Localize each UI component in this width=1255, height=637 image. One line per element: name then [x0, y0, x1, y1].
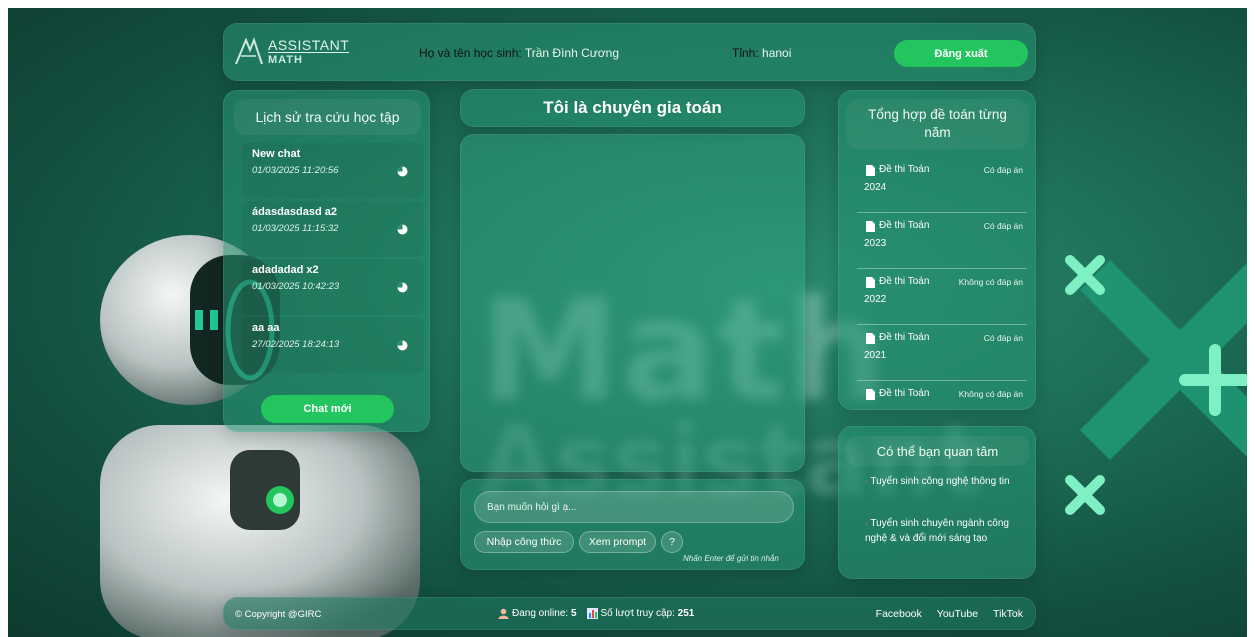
exam-item[interactable]: Đề thi Toán Không có đáp án 2022	[857, 269, 1027, 325]
footer-bar: © Copyright @GIRC Đang online: 5 Số lượt…	[223, 597, 1036, 630]
history-item[interactable]: aa aa 27/02/2025 18:24:13	[242, 317, 424, 373]
online-label: Đang online:	[512, 608, 569, 619]
insert-formula-button[interactable]: Nhập công thức	[474, 531, 574, 553]
exam-year: 2023	[864, 238, 887, 249]
history-title: Lịch sử tra cứu học tập	[234, 99, 421, 135]
exam-year: 2021	[864, 350, 887, 361]
copyright-text: © Copyright @GIRC	[235, 609, 322, 620]
exam-answer-status: Có đáp án	[983, 165, 1023, 175]
social-links: Facebook YouTube TikTok	[861, 608, 1023, 620]
right-border	[1247, 0, 1255, 637]
chat-input[interactable]	[474, 491, 794, 523]
logo-text-assistant: ASSISTANT	[268, 37, 350, 53]
history-panel: Lịch sử tra cứu học tập New chat 01/03/2…	[223, 90, 430, 432]
bar-chart-icon	[586, 608, 598, 619]
facebook-link[interactable]: Facebook	[876, 608, 922, 620]
exam-answer-status: Không có đáp án	[958, 389, 1023, 399]
history-item-time: 01/03/2025 10:42:23	[252, 281, 340, 292]
history-item[interactable]: New chat 01/03/2025 11:20:56	[242, 143, 424, 199]
interest-link[interactable]: · Tuyển sinh chuyên ngành công nghệ & và …	[865, 517, 1015, 546]
tiktok-link[interactable]: TikTok	[993, 608, 1023, 620]
student-name-value: Trần Đình Cương	[524, 46, 620, 60]
history-list[interactable]: New chat 01/03/2025 11:20:56 ádasdasdasd…	[242, 143, 429, 433]
exam-label: Đề thi Toán	[879, 388, 930, 399]
exams-panel: Tổng hợp đề toán từng năm Đề thi Toán Có…	[838, 90, 1036, 410]
exam-item[interactable]: Đề thi Toán Có đáp án 2023	[857, 213, 1027, 269]
visits-label: Số lượt truy cập:	[600, 608, 675, 619]
exam-year: 2022	[864, 294, 887, 305]
left-border	[0, 0, 8, 637]
exam-label: Đề thi Toán	[879, 276, 930, 287]
history-item-time: 27/02/2025 18:24:13	[252, 339, 340, 350]
pie-menu-icon[interactable]	[397, 282, 408, 293]
exam-year: 2024	[864, 182, 887, 193]
exam-label: Đề thi Toán	[879, 332, 930, 343]
math-symbols-decoration	[1065, 255, 1255, 515]
bullet-icon: ·	[865, 518, 869, 529]
view-prompt-button[interactable]: Xem prompt	[579, 531, 656, 553]
exam-item[interactable]: Đề thi Toán Có đáp án 2021	[857, 325, 1027, 381]
user-icon	[498, 608, 509, 619]
document-icon	[866, 277, 875, 288]
province-value: hanoi	[762, 46, 792, 60]
chat-messages-area[interactable]	[460, 134, 805, 472]
interest-link-text: Tuyển sinh công nghệ thông tin	[870, 476, 1010, 487]
history-item-title: aa aa	[252, 322, 280, 334]
interest-link[interactable]: · Tuyển sinh công nghệ thông tin	[865, 475, 1015, 490]
app-logo[interactable]: ASSISTANT MATH	[234, 34, 350, 72]
document-icon	[866, 389, 875, 400]
province-label: Tỉnh:	[732, 46, 759, 60]
document-icon	[866, 333, 875, 344]
pie-menu-icon[interactable]	[397, 340, 408, 351]
chat-title: Tôi là chuyên gia toán	[543, 98, 722, 117]
exam-list[interactable]: Đề thi Toán Có đáp án 2024 Đề thi Toán C…	[857, 157, 1027, 407]
history-item[interactable]: ádasdasdasd a2 01/03/2025 11:15:32	[242, 201, 424, 257]
pie-menu-icon[interactable]	[397, 224, 408, 235]
header-bar: ASSISTANT MATH Họ và tên học sinh: Trần …	[223, 23, 1036, 81]
document-icon	[866, 221, 875, 232]
new-chat-button[interactable]: Chat mới	[261, 395, 394, 423]
document-icon	[866, 165, 875, 176]
site-stats: Đang online: 5 Số lượt truy cập: 251	[498, 608, 694, 619]
chat-title-panel: Tôi là chuyên gia toán	[460, 89, 805, 127]
online-count: 5	[570, 608, 577, 619]
student-name-field: Họ và tên học sinh: Trần Đình Cương	[419, 46, 619, 60]
student-name-label: Họ và tên học sinh:	[419, 46, 522, 60]
exam-answer-status: Có đáp án	[983, 221, 1023, 231]
province-field: Tỉnh: hanoi	[732, 46, 791, 60]
history-item-title: New chat	[252, 148, 301, 160]
exams-title: Tổng hợp đề toán từng năm	[846, 99, 1029, 149]
history-item-title: adadadad x2	[252, 264, 319, 276]
exam-label: Đề thi Toán	[879, 164, 930, 175]
bullet-icon: ·	[865, 476, 869, 487]
history-item-title: ádasdasdasd a2	[252, 206, 337, 218]
pie-menu-icon[interactable]	[397, 166, 408, 177]
top-border	[0, 0, 1255, 8]
exam-label: Đề thi Toán	[879, 220, 930, 231]
interest-link-text: Tuyển sinh chuyên ngành công nghệ & và đ…	[865, 518, 1009, 544]
logout-button[interactable]: Đăng xuất	[894, 40, 1028, 67]
youtube-link[interactable]: YouTube	[937, 608, 978, 620]
history-item-time: 01/03/2025 11:15:32	[252, 223, 339, 234]
exam-answer-status: Có đáp án	[983, 333, 1023, 343]
logo-text-math: MATH	[268, 54, 303, 66]
logo-mark-icon	[235, 37, 263, 65]
history-item-time: 01/03/2025 11:20:56	[252, 165, 339, 176]
help-button[interactable]: ?	[661, 531, 683, 553]
exam-item[interactable]: Đề thi Toán Có đáp án 2024	[857, 157, 1027, 213]
history-item[interactable]: adadadad x2 01/03/2025 10:42:23	[242, 259, 424, 315]
exam-item[interactable]: Đề thi Toán Không có đáp án	[857, 381, 1027, 407]
interest-panel: Có thể bạn quan tâm · Tuyển sinh công ngh…	[838, 426, 1036, 579]
exam-answer-status: Không có đáp án	[958, 277, 1023, 287]
interest-title: Có thể bạn quan tâm	[846, 436, 1029, 466]
enter-hint: Nhấn Enter để gửi tin nhắn	[683, 554, 779, 563]
visits-count: 251	[677, 608, 695, 619]
chat-input-panel: Nhập công thức Xem prompt ? Nhấn Enter đ…	[460, 479, 805, 570]
